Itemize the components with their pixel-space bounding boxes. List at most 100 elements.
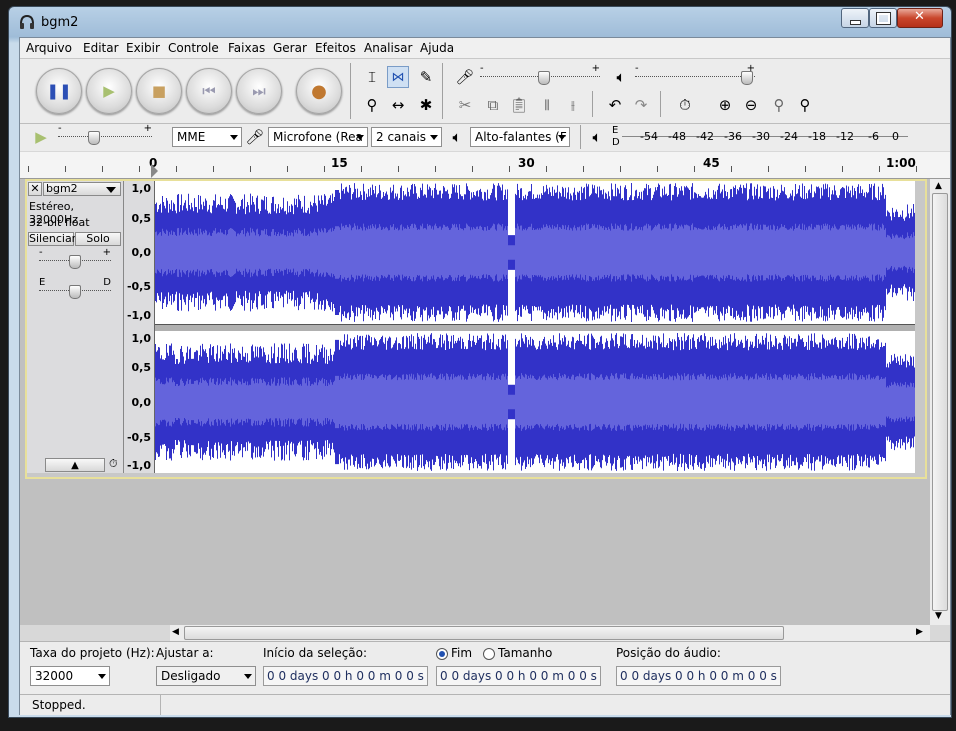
close-button[interactable]: ✕ — [897, 8, 943, 28]
gain-slider[interactable]: - + — [39, 247, 111, 269]
record-button[interactable]: ● — [296, 68, 342, 114]
maximize-button[interactable] — [869, 8, 897, 28]
host-select[interactable]: MME — [172, 127, 242, 147]
menu-analisar[interactable]: Analisar — [364, 41, 412, 55]
track-close-button[interactable]: ✕ — [28, 182, 42, 196]
scroll-left-icon[interactable]: ◀ — [172, 627, 179, 637]
vertical-scrollbar[interactable]: ▲ ▼ — [930, 179, 950, 625]
project-rate-select[interactable]: 32000 — [30, 666, 110, 686]
pause-button[interactable]: ❚❚ — [36, 68, 82, 114]
cut-icon[interactable]: ✂ — [454, 94, 476, 116]
toolbars: ❚❚ ▶ ■ ⏮ ⏭ ● 𝙸 ⋈ ✎ ⚲ ↔ ✱ 🎤︎ - + 🔈︎ - + ✂… — [20, 59, 950, 151]
end-radio[interactable] — [436, 648, 448, 660]
audio-track[interactable]: ✕ bgm2 Estéreo, 32000Hz 32-bit float Sil… — [25, 179, 927, 479]
slider-max-label: + — [143, 123, 152, 134]
separator — [442, 63, 443, 119]
meter-tick-label: -54 — [640, 130, 658, 143]
ruler-tick — [583, 166, 584, 172]
ruler-tick — [102, 166, 103, 172]
redo-icon[interactable]: ↷ — [630, 94, 652, 116]
snap-to-select[interactable]: Desligado — [156, 666, 256, 686]
play-speed-slider[interactable]: - + — [58, 123, 152, 145]
minimize-button[interactable] — [841, 8, 869, 28]
menu-faixas[interactable]: Faixas — [228, 41, 265, 55]
scroll-right-icon[interactable]: ▶ — [916, 627, 923, 637]
draw-tool-icon[interactable]: ✎ — [415, 66, 437, 88]
separator — [580, 125, 581, 149]
scale-label: 0,0 — [131, 396, 152, 409]
fit-selection-icon[interactable]: ⚲ — [768, 94, 790, 116]
playback-volume-slider[interactable]: - + — [635, 63, 755, 85]
channels-value: 2 canais — [376, 130, 426, 144]
selection-tool-icon[interactable]: 𝙸 — [361, 66, 383, 88]
horizontal-scrollbar[interactable]: ◀ ▶ — [170, 625, 930, 641]
ruler-tick — [213, 166, 214, 172]
slider-max-label: + — [746, 63, 755, 74]
output-device-select[interactable]: Alto-falantes (F — [470, 127, 570, 147]
selection-end-field[interactable]: 0 0 days 0 0 h 0 0 m 0 0 s — [436, 666, 601, 686]
menu-ajuda[interactable]: Ajuda — [420, 41, 454, 55]
horizontal-scroll-thumb[interactable] — [184, 626, 784, 640]
playhead-marker[interactable] — [151, 164, 158, 178]
timeline-ruler[interactable]: 0 15 30 45 1:00 — [20, 152, 950, 179]
close-icon: ✕ — [914, 9, 925, 24]
paste-icon[interactable]: 📋︎ — [508, 94, 530, 116]
menu-arquivo[interactable]: Arquivo — [26, 41, 72, 55]
menu-gerar[interactable]: Gerar — [273, 41, 307, 55]
input-device-select[interactable]: Microfone (Rea — [268, 127, 368, 147]
menu-editar[interactable]: Editar — [83, 41, 119, 55]
ruler-tick — [65, 166, 66, 172]
menu-exibir[interactable]: Exibir — [126, 41, 160, 55]
zoom-out-icon[interactable]: ⊖ — [740, 94, 762, 116]
play-button[interactable]: ▶ — [86, 68, 132, 114]
zoom-tool-icon[interactable]: ⚲ — [361, 94, 383, 116]
selection-toolbar: Taxa do projeto (Hz): 32000 Ajustar a: D… — [20, 641, 950, 694]
client-area: Arquivo Editar Exibir Controle Faixas Ge… — [19, 37, 951, 715]
trim-icon[interactable]: ⫼ — [536, 94, 558, 116]
audio-position-field[interactable]: 0 0 days 0 0 h 0 0 m 0 0 s — [616, 666, 781, 686]
menu-efeitos[interactable]: Efeitos — [315, 41, 356, 55]
multi-tool-icon[interactable]: ✱ — [415, 94, 437, 116]
mute-button[interactable]: Silenciar — [28, 232, 76, 246]
ruler-tick — [805, 166, 806, 172]
menu-controle[interactable]: Controle — [168, 41, 219, 55]
ruler-tick — [509, 166, 510, 172]
ruler-tick — [842, 166, 843, 172]
fit-project-icon[interactable]: ⚲ — [794, 94, 816, 116]
stop-button[interactable]: ■ — [136, 68, 182, 114]
scale-label: -0,5 — [126, 280, 151, 293]
recording-volume-slider[interactable]: - + — [480, 63, 600, 85]
waveform-left[interactable] — [155, 181, 915, 324]
waveform-right[interactable] — [155, 331, 915, 473]
track-name-menu[interactable]: bgm2 — [43, 182, 121, 196]
undo-icon[interactable]: ↶ — [604, 94, 626, 116]
meter-tick-label: -48 — [668, 130, 686, 143]
timeshift-tool-icon[interactable]: ↔ — [387, 94, 409, 116]
ruler-tick — [879, 166, 880, 172]
scale-label: 1,0 — [131, 182, 152, 195]
ruler-tick — [620, 166, 621, 172]
collapse-track-button[interactable]: ▲ — [45, 458, 105, 472]
speaker-icon: 🔈︎ — [616, 68, 626, 86]
pan-slider[interactable]: E D — [39, 277, 111, 299]
solo-button[interactable]: Solo — [75, 232, 121, 246]
scroll-up-icon[interactable]: ▲ — [935, 181, 942, 191]
end-radio-label[interactable]: Fim — [451, 646, 472, 660]
length-radio-label[interactable]: Tamanho — [498, 646, 552, 660]
play-at-speed-icon[interactable]: ▶ — [30, 126, 52, 148]
speaker-icon: 🔈︎ — [452, 128, 462, 146]
track-area[interactable]: ✕ bgm2 Estéreo, 32000Hz 32-bit float Sil… — [20, 179, 930, 625]
project-rate-label: Taxa do projeto (Hz): — [30, 646, 155, 660]
selection-start-field[interactable]: 0 0 days 0 0 h 0 0 m 0 0 s — [263, 666, 428, 686]
scroll-down-icon[interactable]: ▼ — [935, 611, 942, 621]
silence-icon[interactable]: ⫲ — [562, 94, 584, 116]
zoom-in-icon[interactable]: ⊕ — [714, 94, 736, 116]
skip-start-button[interactable]: ⏮ — [186, 68, 232, 114]
length-radio[interactable] — [483, 648, 495, 660]
channels-select[interactable]: 2 canais — [371, 127, 442, 147]
sync-lock-icon[interactable]: ⏱ — [674, 94, 696, 116]
vertical-scroll-thumb[interactable] — [932, 193, 948, 611]
skip-end-button[interactable]: ⏭ — [236, 68, 282, 114]
envelope-tool-icon[interactable]: ⋈ — [387, 66, 409, 88]
copy-icon[interactable]: ⧉ — [482, 94, 504, 116]
